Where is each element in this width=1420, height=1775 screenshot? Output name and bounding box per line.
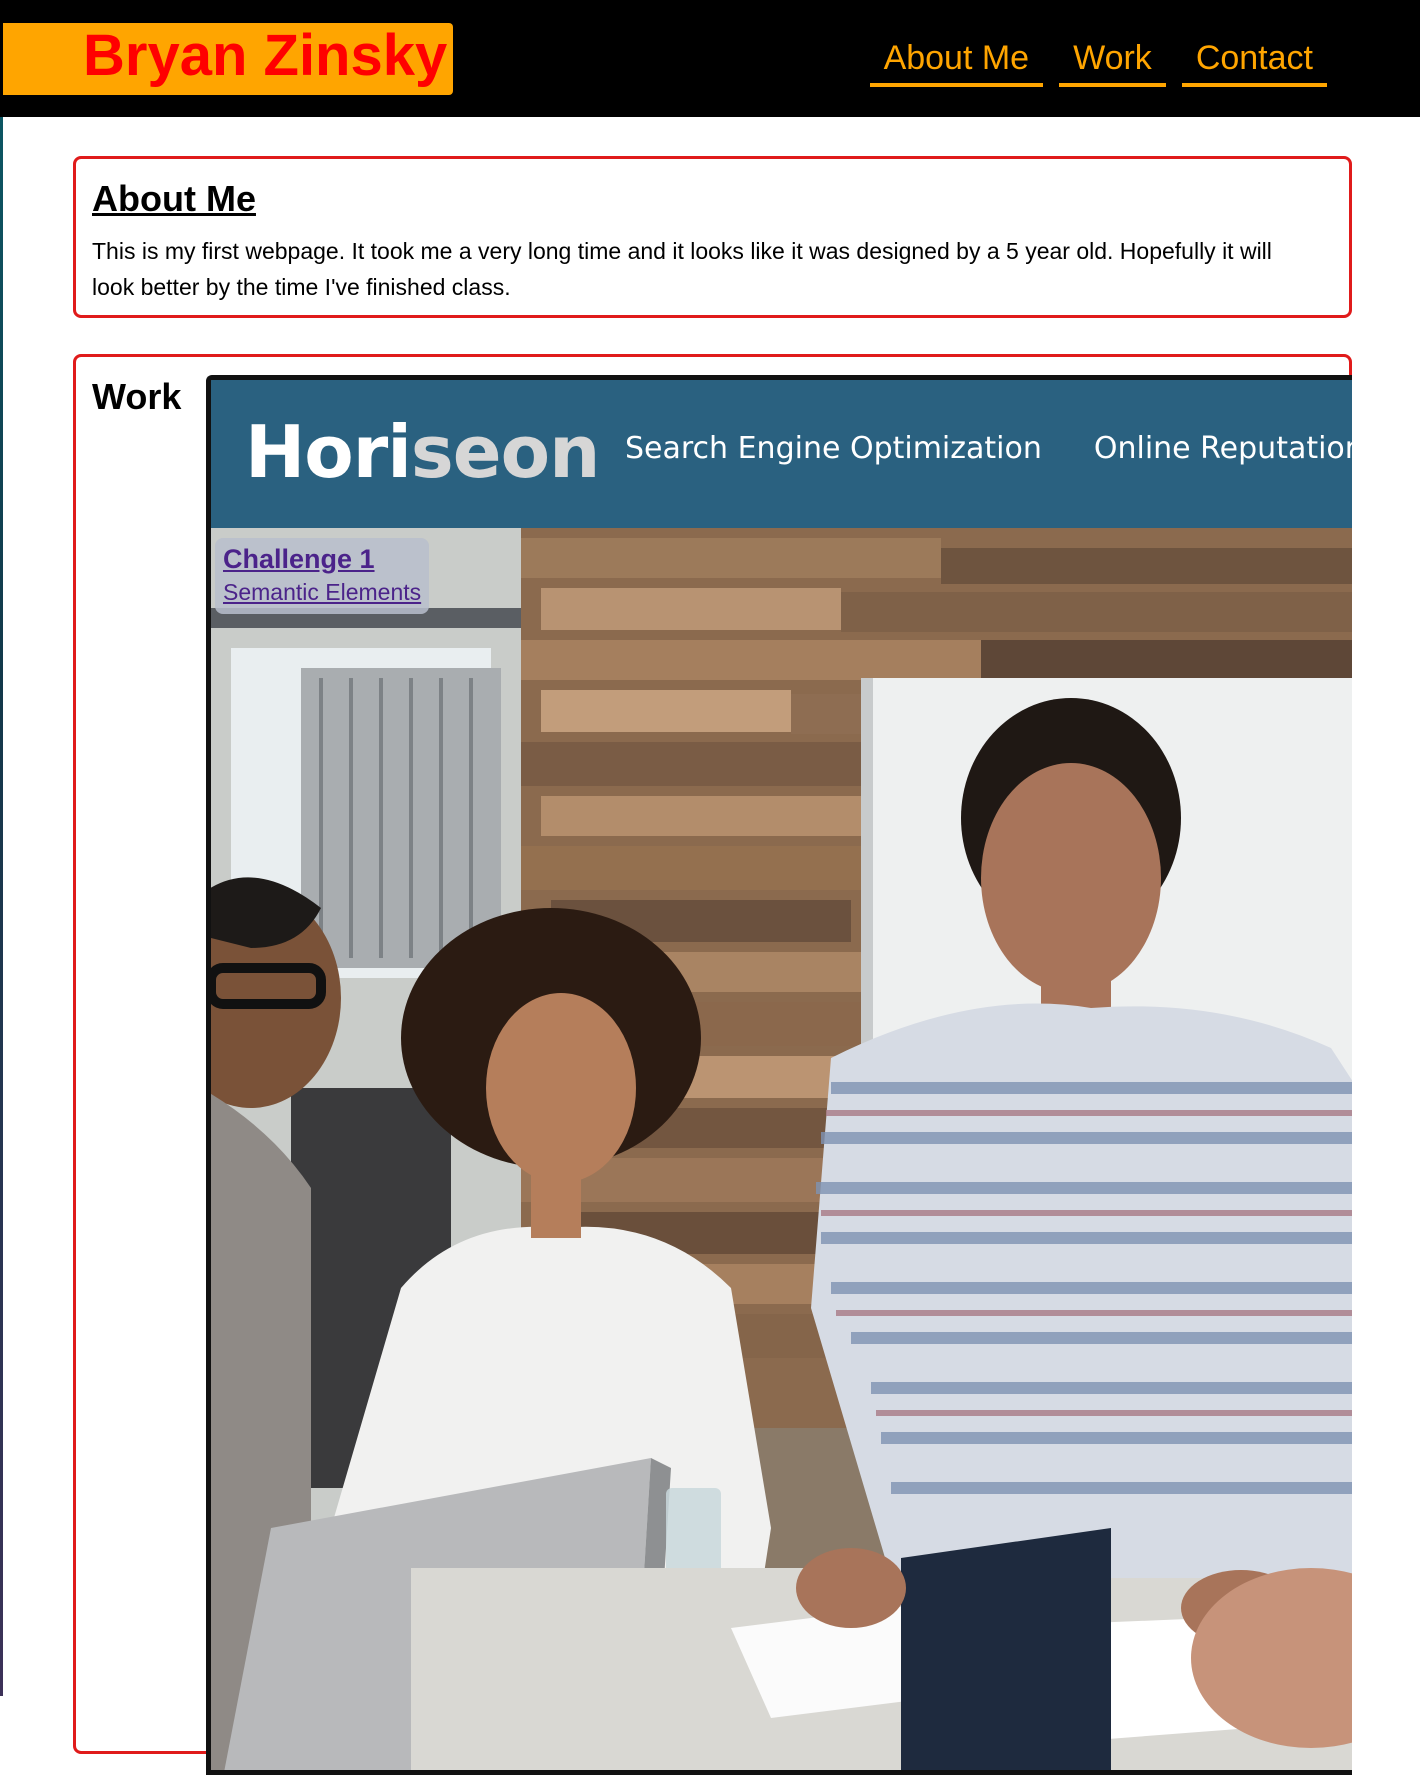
horiseon-nav-seo: Search Engine Optimization (625, 431, 1042, 466)
nav-work[interactable]: Work (1059, 36, 1166, 88)
site-header: Bryan Zinsky About Me Work Contact (0, 0, 1420, 117)
nav-about-me[interactable]: About Me (869, 36, 1044, 88)
main-nav: About Me Work Contact (869, 36, 1327, 88)
nav-contact[interactable]: Contact (1181, 36, 1327, 88)
project-title-link[interactable]: Challenge 1 (223, 542, 421, 576)
about-text: This is my first webpage. It took me a v… (92, 238, 1272, 300)
horiseon-nav-reputation: Online Reputation Management (1093, 431, 1352, 466)
project-card-horiseon[interactable]: Horiseon Search Engine Optimization Onli… (206, 375, 1352, 1775)
work-section: Work Horiseon Search Engine Optimization… (73, 354, 1352, 1775)
about-heading: About Me (92, 178, 256, 219)
work-heading: Work (92, 376, 182, 417)
horiseon-header-bar: Horiseon Search Engine Optimization Onli… (211, 380, 1352, 528)
team-meeting-photo (211, 528, 1352, 1770)
left-edge-strip (0, 0, 3, 1696)
site-title: Bryan Zinsky (83, 23, 448, 88)
horiseon-nav: Search Engine Optimization Online Reputa… (625, 434, 1352, 464)
project-label: Challenge 1 Semantic Elements (215, 538, 430, 614)
horiseon-logo: Horiseon (245, 410, 600, 494)
brand-block: Bryan Zinsky (3, 23, 453, 95)
about-section: About Me This is my first webpage. It to… (73, 156, 1352, 318)
project-subtitle-link[interactable]: Semantic Elements (223, 576, 421, 608)
